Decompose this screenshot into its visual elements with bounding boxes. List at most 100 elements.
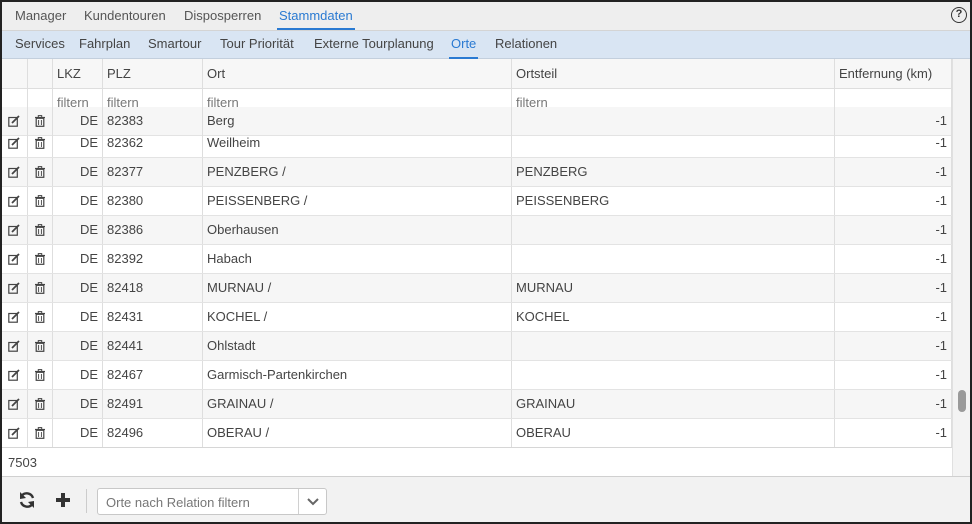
trash-icon xyxy=(35,195,45,207)
cell-entfernung: -1 xyxy=(835,158,952,186)
header-plz[interactable]: PLZ xyxy=(103,59,203,88)
table-row[interactable]: DE 82431 KOCHEL / KOCHEL -1 xyxy=(2,303,952,332)
edit-cell[interactable] xyxy=(2,245,28,273)
cell-entfernung: -1 xyxy=(835,129,952,157)
trash-icon xyxy=(35,398,45,410)
edit-icon xyxy=(8,398,20,410)
edit-cell[interactable] xyxy=(2,274,28,302)
delete-cell[interactable] xyxy=(28,158,53,186)
tab-kundentouren[interactable]: Kundentouren xyxy=(84,8,166,23)
trash-icon xyxy=(35,253,45,265)
trash-icon xyxy=(35,282,45,294)
trash-icon xyxy=(35,166,45,178)
select-toggle[interactable] xyxy=(298,489,326,514)
delete-cell[interactable] xyxy=(28,245,53,273)
header-edit-col xyxy=(2,59,28,88)
scrollbar-thumb[interactable] xyxy=(958,390,966,412)
subtab-orte[interactable]: Orte xyxy=(448,36,479,59)
tab-stammdaten[interactable]: Stammdaten xyxy=(277,8,355,30)
cell-plz: 82418 xyxy=(103,274,203,302)
table-row[interactable]: DE 82496 OBERAU / OBERAU -1 xyxy=(2,419,952,447)
cell-ortsteil: PENZBERG xyxy=(512,158,835,186)
table-row[interactable]: DE 82491 GRAINAU / GRAINAU -1 xyxy=(2,390,952,419)
header-lkz[interactable]: LKZ xyxy=(53,59,103,88)
cell-ortsteil xyxy=(512,361,835,389)
cell-lkz: DE xyxy=(53,390,103,418)
subtab-externe-tourplanung[interactable]: Externe Tourplanung xyxy=(314,36,434,51)
tab-disposperren[interactable]: Disposperren xyxy=(184,8,261,23)
cell-lkz: DE xyxy=(53,419,103,447)
trash-icon xyxy=(35,427,45,439)
delete-cell[interactable] xyxy=(28,332,53,360)
table-row[interactable]: DE 82362 Weilheim -1 xyxy=(2,129,952,158)
cell-ort: OBERAU / xyxy=(203,419,512,447)
delete-cell[interactable] xyxy=(28,303,53,331)
edit-icon xyxy=(8,340,20,352)
table-row[interactable]: DE 82392 Habach -1 xyxy=(2,245,952,274)
cell-entfernung: -1 xyxy=(835,332,952,360)
orte-grid: LKZ PLZ Ort Ortsteil Entfernung (km) DE8… xyxy=(2,59,952,447)
cell-ortsteil xyxy=(512,129,835,157)
cell-ortsteil: KOCHEL xyxy=(512,303,835,331)
cell-lkz: DE xyxy=(53,158,103,186)
delete-cell[interactable] xyxy=(28,216,53,244)
table-row[interactable]: DE 82386 Oberhausen -1 xyxy=(2,216,952,245)
cell-plz: 82362 xyxy=(103,129,203,157)
cell-ortsteil xyxy=(512,216,835,244)
delete-cell[interactable] xyxy=(28,274,53,302)
header-entfernung[interactable]: Entfernung (km) xyxy=(835,59,952,88)
edit-cell[interactable] xyxy=(2,332,28,360)
tab-manager[interactable]: Manager xyxy=(15,8,66,23)
cell-ort: PENZBERG / xyxy=(203,158,512,186)
edit-cell[interactable] xyxy=(2,361,28,389)
trash-icon xyxy=(35,115,45,127)
edit-icon xyxy=(8,115,20,127)
table-row[interactable]: DE 82380 PEISSENBERG / PEISSENBERG -1 xyxy=(2,187,952,216)
cell-entfernung: -1 xyxy=(835,419,952,447)
edit-cell[interactable] xyxy=(2,303,28,331)
header-ort[interactable]: Ort xyxy=(203,59,512,88)
edit-icon xyxy=(8,282,20,294)
edit-cell[interactable] xyxy=(2,187,28,215)
edit-cell[interactable] xyxy=(2,129,28,157)
cell-ort: Ohlstadt xyxy=(203,332,512,360)
plus-icon[interactable] xyxy=(53,490,73,510)
table-row[interactable]: DE 82441 Ohlstadt -1 xyxy=(2,332,952,361)
vertical-scrollbar[interactable] xyxy=(952,59,970,476)
table-row[interactable]: DE 82467 Garmisch-Partenkirchen -1 xyxy=(2,361,952,390)
status-bar: 7503 xyxy=(2,447,952,476)
cell-ortsteil xyxy=(512,245,835,273)
delete-cell[interactable] xyxy=(28,361,53,389)
edit-cell[interactable] xyxy=(2,158,28,186)
table-row[interactable]: DE 82418 MURNAU / MURNAU -1 xyxy=(2,274,952,303)
cell-entfernung: -1 xyxy=(835,274,952,302)
delete-cell[interactable] xyxy=(28,129,53,157)
relation-filter-select[interactable]: Orte nach Relation filtern xyxy=(97,488,327,515)
cell-plz: 82392 xyxy=(103,245,203,273)
delete-cell[interactable] xyxy=(28,390,53,418)
cell-lkz: DE xyxy=(53,361,103,389)
cell-ortsteil: GRAINAU xyxy=(512,390,835,418)
cell-plz: 82380 xyxy=(103,187,203,215)
subtab-services[interactable]: Services xyxy=(15,36,65,51)
edit-cell[interactable] xyxy=(2,390,28,418)
record-count: 7503 xyxy=(8,455,37,470)
cell-entfernung: -1 xyxy=(835,390,952,418)
refresh-icon[interactable] xyxy=(17,490,37,510)
subtab-tour-prioritaet[interactable]: Tour Priorität xyxy=(220,36,294,51)
cell-lkz: DE xyxy=(53,245,103,273)
help-icon[interactable]: ? xyxy=(951,7,967,23)
subtab-fahrplan[interactable]: Fahrplan xyxy=(79,36,130,51)
cell-plz: 82496 xyxy=(103,419,203,447)
edit-cell[interactable] xyxy=(2,216,28,244)
subtab-smartour[interactable]: Smartour xyxy=(148,36,201,51)
cell-lkz: DE xyxy=(53,129,103,157)
header-ortsteil[interactable]: Ortsteil xyxy=(512,59,835,88)
delete-cell[interactable] xyxy=(28,187,53,215)
delete-cell[interactable] xyxy=(28,419,53,447)
subtab-relationen[interactable]: Relationen xyxy=(495,36,557,51)
edit-icon xyxy=(8,137,20,149)
table-row[interactable]: DE 82377 PENZBERG / PENZBERG -1 xyxy=(2,158,952,187)
footer-toolbar: Orte nach Relation filtern xyxy=(2,476,970,522)
edit-cell[interactable] xyxy=(2,419,28,447)
